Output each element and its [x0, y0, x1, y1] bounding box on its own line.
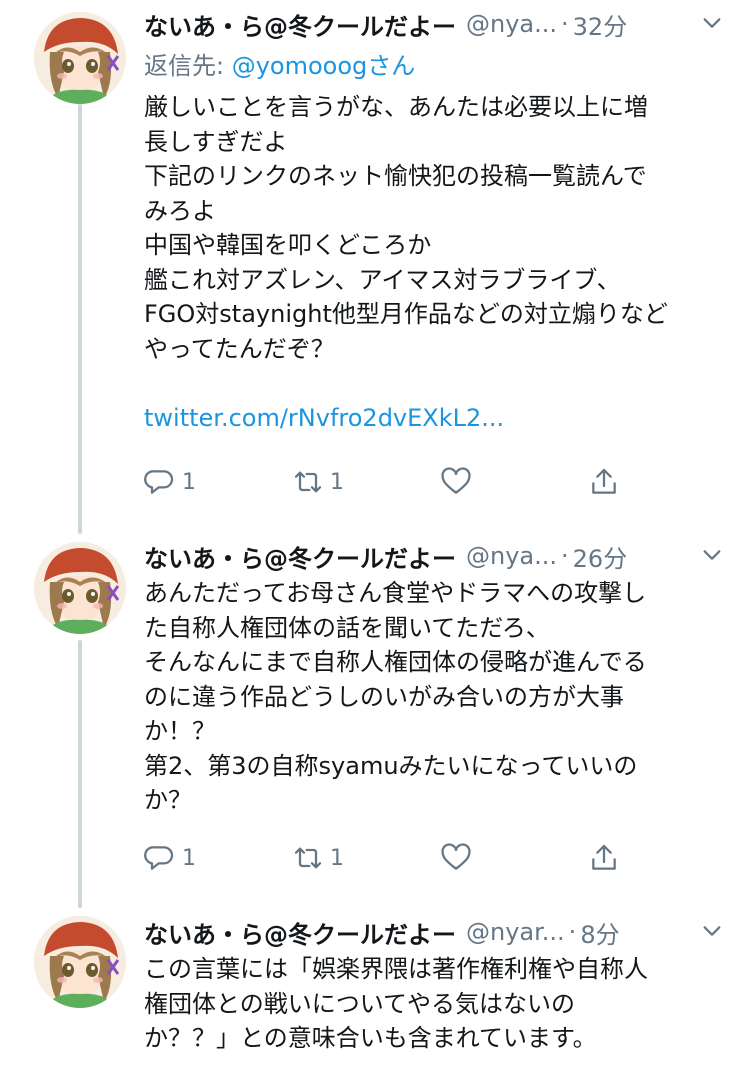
tweet-text-line: のに違う作品どうしのいがみ合いの方が大事 [144, 682, 624, 711]
chevron-down-icon[interactable] [701, 12, 723, 34]
display-name[interactable]: ないあ・ら@冬クールだよー [144, 539, 456, 574]
reply-count: 1 [182, 845, 196, 871]
tweet-text-line: そんなんにまで自称人権団体の侵略が進んでる [144, 648, 647, 676]
tweet-text-line: 第2、第3の自称syamuみたいになっていいの [144, 751, 638, 780]
user-handle[interactable]: @nya... [466, 542, 557, 570]
reply-mention-link[interactable]: @yomooog [232, 52, 368, 80]
tweet-header: ないあ・ら@冬クールだよー @nya... · 32分 [144, 4, 729, 44]
avatar[interactable] [34, 916, 126, 1008]
retweet-icon [294, 847, 322, 869]
tweet-text-line: FGO対staynight他型月作品などの対立煽りなど [144, 300, 668, 328]
user-handle[interactable]: @nyar... [466, 918, 565, 946]
tweet-text-line: この言葉には「娯楽界隈は著作権利権や自称人 [144, 955, 648, 983]
tweet-text: あんただってお母さん食堂やドラマへの攻撃し た自称人権団体の話を聞いてただろ、 … [144, 576, 734, 818]
reply-to-prefix: 返信先: [144, 52, 232, 80]
tweet[interactable]: ないあ・ら@冬クールだよー @nyar... · 8分 この言葉には「娯楽界隈は… [0, 910, 749, 1078]
like-button[interactable] [440, 838, 472, 878]
tweet-text-line: 厳しいことを言うがな、あんたは必要以上に増 [144, 93, 648, 121]
reply-icon [144, 846, 174, 870]
retweet-button[interactable]: 1 [292, 838, 344, 878]
timestamp[interactable]: 8分 [580, 915, 619, 950]
reply-icon [144, 470, 174, 494]
retweet-icon [294, 471, 322, 493]
reply-button[interactable]: 1 [144, 838, 196, 878]
tweet-text-line: 下記のリンクのネット愉快犯の投稿一覧読んで [144, 162, 647, 190]
heart-icon [441, 843, 471, 870]
like-button[interactable] [440, 462, 472, 502]
tweet[interactable]: ないあ・ら@冬クールだよー @nya... · 26分 あんただってお母さん食堂… [0, 536, 749, 896]
heart-icon [441, 467, 471, 494]
share-icon [592, 468, 616, 494]
chevron-down-icon[interactable] [701, 920, 723, 942]
tweet-text-line: 艦これ対アズレン、アイマス対ラブライブ、 [144, 265, 621, 294]
share-icon [592, 844, 616, 870]
retweet-count: 1 [330, 845, 344, 871]
tweet-text: 厳しいことを言うがな、あんたは必要以上に増 長しすぎだよ 下記のリンクのネット愉… [144, 90, 734, 435]
separator-dot: · [561, 542, 569, 570]
separator-dot: · [568, 918, 577, 946]
reply-count: 1 [182, 469, 196, 495]
reply-mention-suffix: さん [367, 52, 416, 80]
tweet-text-line: か？？」との意味合いも含まれています。 [144, 1024, 597, 1052]
chevron-down-icon[interactable] [701, 544, 723, 566]
timestamp[interactable]: 26分 [573, 539, 628, 574]
tweet-text-line: か！？ [144, 717, 216, 745]
timestamp[interactable]: 32分 [573, 7, 628, 42]
tweet-text-line: 長しすぎだよ [144, 127, 288, 156]
share-button[interactable] [588, 838, 620, 878]
tweet-text-line: やってたんだぞ？ [144, 334, 335, 363]
tweet-text-line: みろよ [144, 196, 216, 225]
reply-button[interactable]: 1 [144, 462, 196, 502]
tweet-header: ないあ・ら@冬クールだよー @nya... · 26分 [144, 536, 729, 576]
tweet-actions: 1 1 [144, 462, 644, 502]
tweet[interactable]: ないあ・ら@冬クールだよー @nya... · 32分 返信先: @yomooo… [0, 0, 749, 520]
tweet-actions: 1 1 [144, 838, 644, 878]
tweet-text-line: か？ [144, 786, 192, 814]
display-name[interactable]: ないあ・ら@冬クールだよー [144, 915, 456, 950]
retweet-button[interactable]: 1 [292, 462, 344, 502]
reply-to-line: 返信先: @yomooogさん [144, 46, 415, 81]
display-name[interactable]: ないあ・ら@冬クールだよー [144, 7, 456, 42]
tweet-text: この言葉には「娯楽界隈は著作権利権や自称人 権団体との戦いについてやる気はないの… [144, 952, 734, 1056]
tweet-text-line: た自称人権団体の話を聞いてただろ、 [144, 613, 550, 642]
tweet-text-line: 中国や韓国を叩くどころか [144, 231, 432, 259]
user-handle[interactable]: @nya... [466, 10, 557, 38]
avatar[interactable] [34, 12, 126, 104]
retweet-count: 1 [330, 469, 344, 495]
share-button[interactable] [588, 462, 620, 502]
separator-dot: · [561, 10, 569, 38]
tweet-text-line: あんただってお母さん食堂やドラマへの攻撃し [144, 579, 647, 607]
tweet-text-line: 権団体との戦いについてやる気はないの [144, 989, 576, 1018]
tweet-link[interactable]: twitter.com/rNvfro2dvEXkL2... [144, 401, 734, 436]
avatar[interactable] [34, 542, 126, 634]
tweet-header: ないあ・ら@冬クールだよー @nyar... · 8分 [144, 912, 729, 952]
